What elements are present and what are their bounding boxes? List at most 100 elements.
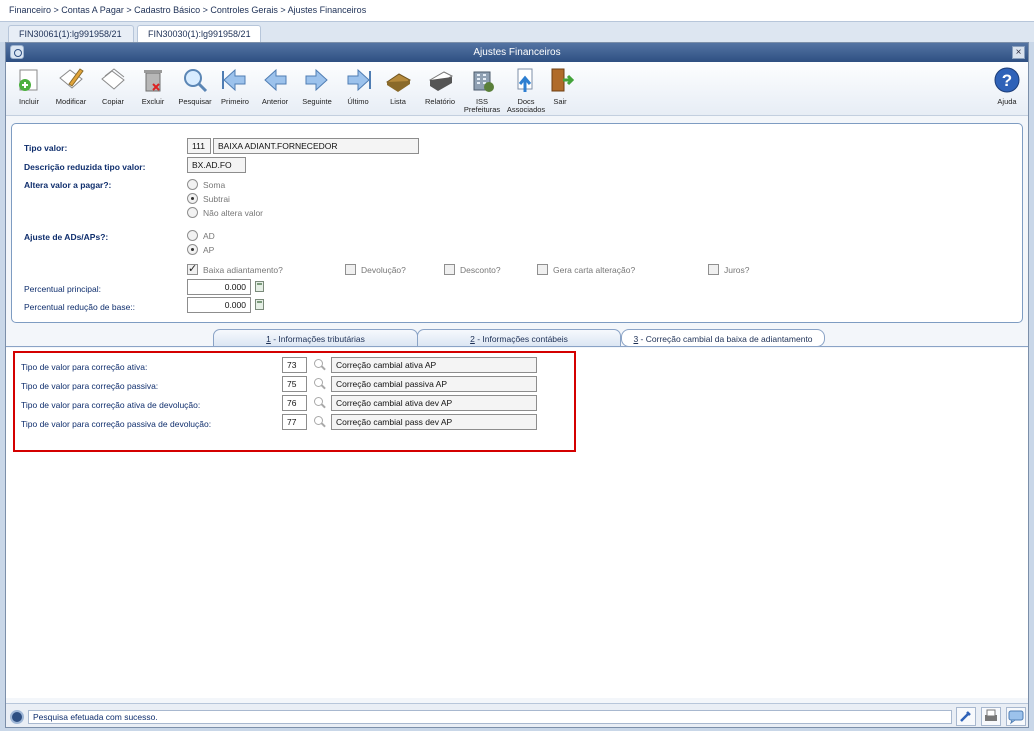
incluir-button[interactable]: Incluir	[8, 64, 50, 114]
altera-valor-label: Altera valor a pagar?:	[24, 180, 112, 190]
percentual-reducao-label: Percentual redução de base::	[24, 302, 136, 312]
checkbox-juros[interactable]	[708, 264, 719, 275]
form-panel: Tipo valor: 111 BAIXA ADIANT.FORNECEDOR …	[11, 123, 1023, 323]
radio-ad[interactable]	[187, 230, 198, 241]
checkbox-devolucao-label: Devolução?	[361, 265, 406, 275]
ajuda-button[interactable]: ? Ajuda	[986, 64, 1028, 114]
ajustes-financeiros-window: Ajustes Financeiros × Incluir Modificar …	[5, 42, 1029, 728]
ajuste-ads-aps-label: Ajuste de ADs/APs?:	[24, 232, 109, 242]
relatorio-button[interactable]: Relatório	[419, 64, 461, 114]
anterior-button[interactable]: Anterior	[254, 64, 296, 114]
calculator-icon[interactable]	[255, 299, 264, 310]
message-icon	[1008, 710, 1024, 725]
checkbox-gera-carta-label: Gera carta alteração?	[553, 265, 636, 275]
correcao-passiva-devolucao-code-field[interactable]: 77	[282, 414, 307, 430]
correcao-passiva-description-field: Correção cambial passiva AP	[331, 376, 537, 392]
edit-document-icon	[59, 68, 84, 89]
toolbar: Incluir Modificar Copiar Excluir Pesquis…	[6, 62, 1028, 116]
ajuda-label: Ajuda	[997, 97, 1017, 106]
doc-tab-fin30030[interactable]: FIN30030(1):lg991958/21	[137, 25, 261, 42]
correcao-passiva-devolucao-label: Tipo de valor para correção passiva de d…	[21, 419, 212, 429]
lookup-icon[interactable]	[314, 397, 323, 406]
checkbox-baixa-adiantamento[interactable]	[187, 262, 198, 275]
iss-prefeituras-button[interactable]: ISS Prefeituras	[461, 64, 503, 114]
lista-button[interactable]: Lista	[377, 64, 419, 114]
status-icon	[10, 710, 24, 724]
correcao-ativa-devolucao-label: Tipo de valor para correção ativa de dev…	[21, 400, 201, 410]
radio-ad-label: AD	[203, 231, 215, 241]
tools-button[interactable]	[956, 707, 976, 726]
calculator-icon[interactable]	[255, 281, 264, 292]
tab-correcao-cambial[interactable]: 3 - Correção cambial da baixa de adianta…	[621, 329, 825, 347]
descricao-reduzida-label: Descrição reduzida tipo valor:	[24, 162, 146, 172]
tipo-valor-code-field[interactable]: 111	[187, 138, 211, 154]
first-record-icon	[222, 68, 246, 92]
checkbox-gera-carta[interactable]	[537, 264, 548, 275]
tab-1-label: - Informações tributárias	[270, 334, 365, 344]
status-bar: Pesquisa efetuada com sucesso.	[6, 703, 1028, 727]
correcao-passiva-label: Tipo de valor para correção passiva:	[21, 381, 159, 391]
modificar-button[interactable]: Modificar	[50, 64, 92, 114]
tab-3-label: - Correção cambial da baixa de adiantame…	[638, 334, 813, 344]
search-icon	[184, 69, 208, 93]
messages-button[interactable]	[1006, 707, 1026, 726]
tipo-valor-label: Tipo valor:	[24, 143, 68, 153]
printer-icon	[428, 71, 454, 91]
radio-soma[interactable]	[187, 179, 198, 190]
percentual-principal-field[interactable]: 0.000	[187, 279, 251, 295]
checkbox-desconto-label: Desconto?	[460, 265, 501, 275]
percentual-reducao-field[interactable]: 0.000	[187, 297, 251, 313]
checkbox-juros-label: Juros?	[724, 265, 750, 275]
copiar-button[interactable]: Copiar	[92, 64, 134, 114]
detail-tabs: 1 - Informações tributárias 2 - Informaç…	[6, 327, 1028, 347]
radio-ap-label: AP	[203, 245, 215, 255]
radio-subtrai-label: Subtrai	[203, 194, 230, 204]
correcao-ativa-devolucao-code-field[interactable]: 76	[282, 395, 307, 411]
breadcrumb-text[interactable]: Financeiro > Contas A Pagar > Cadastro B…	[9, 5, 366, 15]
tab-informacoes-contabeis[interactable]: 2 - Informações contábeis	[417, 329, 621, 347]
correcao-passiva-code-field[interactable]: 75	[282, 376, 307, 392]
last-record-icon	[347, 68, 371, 92]
exit-door-icon	[551, 68, 574, 92]
checkbox-desconto[interactable]	[444, 264, 455, 275]
book-icon	[386, 73, 411, 92]
correcao-ativa-code-field[interactable]: 73	[282, 357, 307, 373]
primeiro-button[interactable]: Primeiro	[214, 64, 256, 114]
sair-label: Sair	[553, 97, 567, 106]
doc-tab-fin30061[interactable]: FIN30061(1):lg991958/21	[8, 25, 134, 42]
lookup-icon[interactable]	[314, 416, 323, 425]
radio-ap[interactable]	[187, 244, 198, 255]
printer-icon	[985, 709, 997, 721]
pesquisar-button[interactable]: Pesquisar	[174, 64, 216, 114]
tab-2-label: - Informações contábeis	[474, 334, 568, 344]
checkbox-baixa-adiantamento-label: Baixa adiantamento?	[203, 265, 283, 275]
close-button[interactable]: ×	[1012, 46, 1025, 59]
lookup-icon[interactable]	[314, 378, 323, 387]
next-record-icon	[305, 68, 328, 92]
help-icon: ?	[994, 67, 1020, 93]
print-button[interactable]	[981, 707, 1001, 726]
window-title: Ajustes Financeiros	[473, 47, 561, 58]
radio-nao-altera-label: Não altera valor	[203, 208, 264, 218]
excluir-button[interactable]: Excluir	[132, 64, 174, 114]
ultimo-button[interactable]: Último	[337, 64, 379, 114]
sair-button[interactable]: Sair	[539, 64, 581, 114]
tipo-valor-description-field[interactable]: BAIXA ADIANT.FORNECEDOR	[213, 138, 419, 154]
iss-prefeituras-label: ISS Prefeituras	[463, 97, 501, 114]
wrench-icon	[960, 711, 971, 722]
seguinte-button[interactable]: Seguinte	[296, 64, 338, 114]
correcao-ativa-label: Tipo de valor para correção ativa:	[21, 362, 148, 372]
descricao-reduzida-field[interactable]: BX.AD.FO	[187, 157, 246, 173]
document-tabs: FIN30061(1):lg991958/21 FIN30030(1):lg99…	[0, 22, 1034, 42]
building-icon	[473, 71, 494, 92]
checkbox-devolucao[interactable]	[345, 264, 356, 275]
document-upload-icon	[517, 68, 533, 92]
radio-soma-label: Soma	[203, 180, 226, 190]
svg-text:?: ?	[1002, 71, 1012, 90]
radio-subtrai[interactable]	[187, 193, 198, 204]
tab-informacoes-tributarias[interactable]: 1 - Informações tributárias	[213, 329, 418, 347]
radio-nao-altera[interactable]	[187, 207, 198, 218]
correcao-ativa-description-field: Correção cambial ativa AP	[331, 357, 537, 373]
previous-record-icon	[264, 68, 287, 92]
lookup-icon[interactable]	[314, 359, 323, 368]
